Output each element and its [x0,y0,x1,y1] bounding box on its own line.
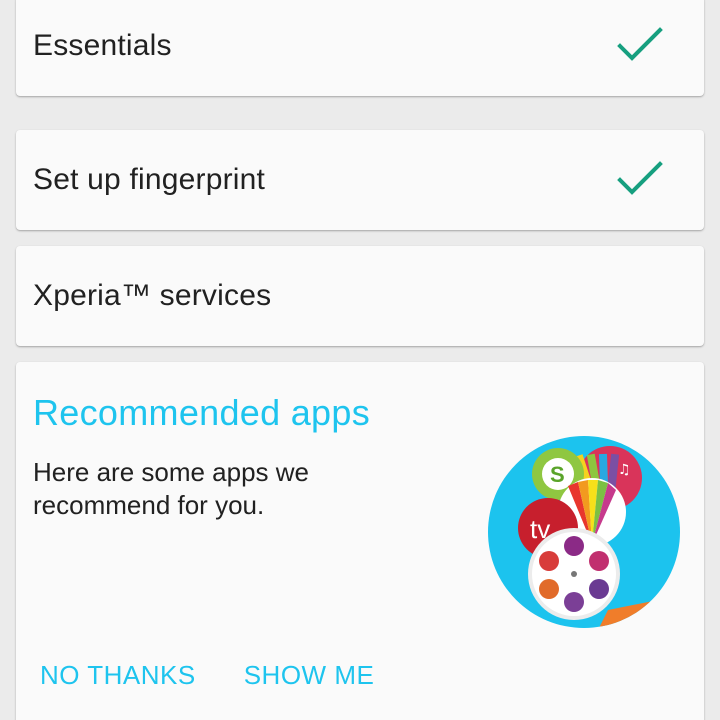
video-reel-icon [528,528,620,620]
show-me-button[interactable]: SHOW ME [244,660,375,691]
svg-text:S: S [550,462,565,487]
recommended-apps-description: Here are some apps we recommend for you. [33,457,310,520]
checkmark-icon [617,27,663,61]
setup-item-xperia-services[interactable]: Xperia™ services [16,246,704,346]
recommended-apps-illustration: ♫ S tv [488,436,680,628]
setup-item-label: Essentials [33,29,172,62]
no-thanks-button[interactable]: NO THANKS [40,660,196,691]
checkmark-icon [617,161,663,195]
recommended-apps-actions: NO THANKS SHOW ME [40,660,374,691]
setup-item-label: Set up fingerprint [33,163,266,196]
recommended-apps-title: Recommended apps [33,392,370,433]
setup-item-essentials[interactable]: Essentials [16,0,704,96]
setup-item-label: Xperia™ services [33,279,272,312]
recommended-apps-card: Recommended apps Here are some apps we r… [16,362,704,720]
setup-screen: Essentials Set up fingerprint Xperia™ se… [0,0,720,720]
svg-text:♫: ♫ [618,462,631,478]
setup-item-fingerprint[interactable]: Set up fingerprint [16,130,704,230]
